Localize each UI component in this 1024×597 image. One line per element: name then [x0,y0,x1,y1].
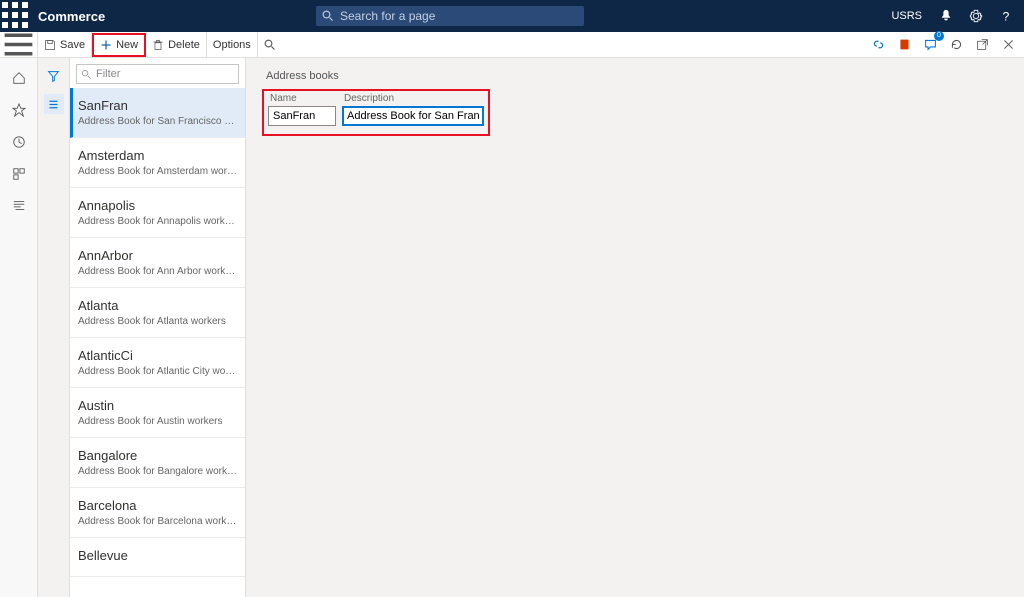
help-icon[interactable]: ? [992,0,1020,32]
popout-icon[interactable] [970,33,994,57]
list-item-title: Annapolis [78,198,237,213]
list-item-title: Amsterdam [78,148,237,163]
search-icon [264,39,276,51]
name-field-group: Name [268,93,336,126]
page-title: Address books [262,70,1008,82]
search-icon [322,10,334,22]
action-bar: Save New Delete Options 0 [0,32,1024,58]
list-item-desc: Address Book for Ann Arbor workers [78,266,237,277]
link-icon[interactable] [866,33,890,57]
list-item[interactable]: Bellevue [70,538,245,577]
list-item[interactable]: Barcelona Address Book for Barcelona work… [70,488,245,538]
new-label: New [116,39,138,51]
list-item[interactable]: Atlanta Address Book for Atlanta workers [70,288,245,338]
list-item-desc: Address Book for Atlanta workers [78,316,237,327]
list-item-title: AtlanticCi [78,348,237,363]
list-item-desc: Address Book for Bangalore workers [78,466,237,477]
filter-input[interactable]: Filter [76,64,239,84]
save-button[interactable]: Save [38,32,92,58]
close-icon[interactable] [996,33,1020,57]
list-item-title: AnnArbor [78,248,237,263]
list-item[interactable]: Amsterdam Address Book for Amsterdam work… [70,138,245,188]
gear-icon[interactable] [962,0,990,32]
search-box[interactable]: Search for a page [316,6,584,26]
list-panel: Filter SanFran Address Book for San Franc… [70,58,246,597]
list-item-title: Barcelona [78,498,237,513]
list-item-title: Bangalore [78,448,237,463]
list-item-title: Austin [78,398,237,413]
list-item[interactable]: Austin Address Book for Austin workers [70,388,245,438]
list-item-desc: Address Book for Annapolis workers [78,216,237,227]
refresh-icon[interactable] [944,33,968,57]
funnel-icon[interactable] [44,66,64,86]
office-icon[interactable] [892,33,916,57]
list-item-title: SanFran [78,98,237,113]
workspace-icon[interactable] [9,164,29,184]
save-label: Save [60,39,85,51]
description-input[interactable] [342,106,484,126]
recent-icon[interactable] [9,132,29,152]
list-item[interactable]: Annapolis Address Book for Annapolis work… [70,188,245,238]
app-header: Commerce Search for a page USRS ? [0,0,1024,32]
search-toolbar-button[interactable] [258,32,282,58]
user-label[interactable]: USRS [883,10,930,22]
list-item-desc: Address Book for Barcelona workers [78,516,237,527]
brand-label: Commerce [38,9,105,24]
list-item[interactable]: AtlanticCi Address Book for Atlantic City… [70,338,245,388]
name-label: Name [268,93,336,104]
trash-icon [152,39,164,51]
name-input[interactable] [268,106,336,126]
list-item-desc: Address Book for San Francisco store wor… [78,116,237,127]
list-item-desc: Address Book for Amsterdam workers [78,166,237,177]
delete-button[interactable]: Delete [146,32,207,58]
list-view-icon[interactable] [44,94,64,114]
description-field-group: Description [342,93,484,126]
list-item[interactable]: Bangalore Address Book for Bangalore work… [70,438,245,488]
new-button[interactable]: New [92,33,146,57]
options-label: Options [213,39,251,51]
address-book-list: SanFran Address Book for San Francisco st… [70,88,245,597]
description-label: Description [342,93,484,104]
list-item[interactable]: AnnArbor Address Book for Ann Arbor worke… [70,238,245,288]
plus-icon [100,39,112,51]
form-highlight: Name Description [262,89,490,136]
filter-search-icon [81,69,92,80]
left-nav [0,58,38,597]
search-placeholder: Search for a page [340,9,435,23]
save-icon [44,39,56,51]
hamburger-icon[interactable] [0,32,38,58]
options-button[interactable]: Options [207,32,258,58]
messages-icon[interactable]: 0 [918,33,942,57]
list-item-title: Atlanta [78,298,237,313]
modules-icon[interactable] [9,196,29,216]
list-item[interactable]: SanFran Address Book for San Francisco st… [70,88,245,138]
delete-label: Delete [168,39,200,51]
list-item-desc: Address Book for Atlantic City workers [78,366,237,377]
filter-placeholder: Filter [96,68,120,80]
main-area: Filter SanFran Address Book for San Franc… [0,58,1024,597]
filter-column [38,58,70,597]
bell-icon[interactable] [932,0,960,32]
list-item-title: Bellevue [78,548,237,563]
home-icon[interactable] [9,68,29,88]
list-item-desc: Address Book for Austin workers [78,416,237,427]
star-icon[interactable] [9,100,29,120]
svg-text:?: ? [1003,9,1010,23]
content-area: Address books Name Description [246,58,1024,597]
